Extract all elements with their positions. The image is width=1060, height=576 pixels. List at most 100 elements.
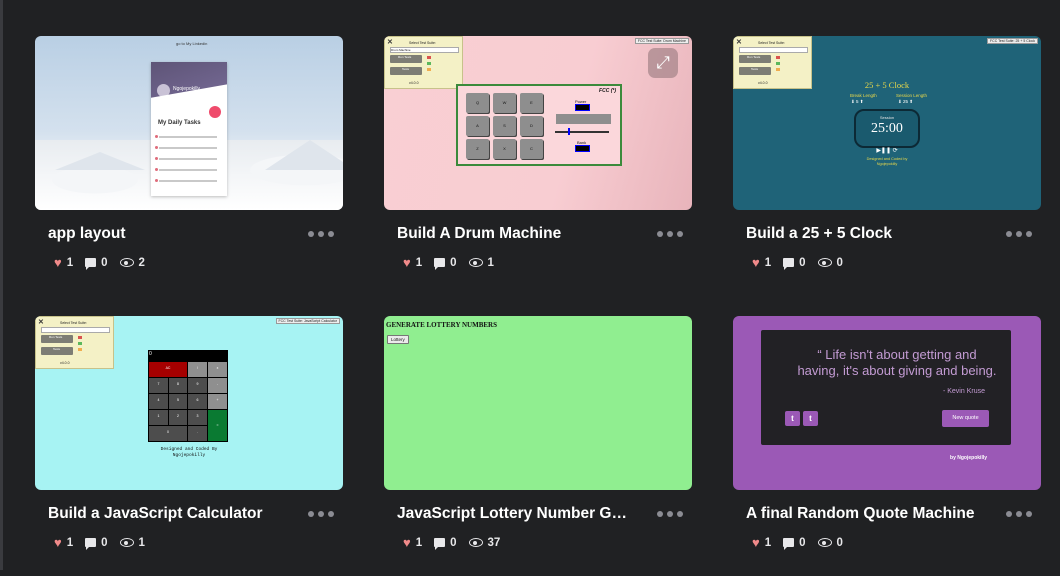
quote-byline: by Ngojepokilly xyxy=(950,455,987,461)
task-row xyxy=(155,179,217,182)
avatar xyxy=(157,84,170,97)
pen-preview[interactable]: ✕ Select Test Suite: Drum Machine Run Te… xyxy=(384,36,692,210)
twitter-icon: t xyxy=(785,411,800,426)
more-options-icon[interactable] xyxy=(1006,511,1032,517)
calc-key: / xyxy=(187,361,208,378)
pen-preview[interactable]: go to My Linkedin Ngojepokilly My Daily … xyxy=(35,36,343,210)
view-count: 0 xyxy=(836,256,843,269)
comment-button[interactable]: 0 xyxy=(434,536,457,550)
pen-card: go to My Linkedin Ngojepokilly My Daily … xyxy=(35,36,344,316)
like-count: 1 xyxy=(415,256,423,269)
expand-icon[interactable]: ⤢ xyxy=(648,48,678,78)
pen-preview[interactable]: GENERATE LOTTERY NUMBERS Lottery xyxy=(384,316,692,490)
new-quote-button: New quote xyxy=(942,410,989,427)
like-count: 1 xyxy=(764,536,772,549)
pen-title[interactable]: Build A Drum Machine xyxy=(397,225,561,243)
comment-count: 0 xyxy=(450,256,457,269)
more-options-icon[interactable] xyxy=(657,511,683,517)
clock-heading: 25 + 5 Clock xyxy=(864,80,910,90)
calc-key: x xyxy=(207,361,228,378)
close-icon: ✕ xyxy=(38,319,44,326)
calc-key: 5 xyxy=(168,393,188,410)
like-button[interactable]: ♥ 1 xyxy=(54,256,73,269)
views-stat[interactable]: 1 xyxy=(468,257,494,269)
pen-stats: ♥ 1 0 1 xyxy=(35,536,344,550)
quote-author: - Kevin Kruse xyxy=(942,388,985,395)
drum-machine: Q W E A S D Z X C FCC (*) Power Bank xyxy=(456,84,622,166)
more-options-icon[interactable] xyxy=(1006,231,1032,237)
lottery-button: Lottery xyxy=(387,335,409,344)
window-left-edge xyxy=(0,0,3,570)
pen-title[interactable]: app layout xyxy=(48,225,126,243)
more-options-icon[interactable] xyxy=(308,231,334,237)
timer-display: Session 25:00 xyxy=(854,109,920,148)
heart-icon: ♥ xyxy=(403,535,411,550)
legend-executing xyxy=(78,348,82,351)
calc-key: - xyxy=(207,377,228,394)
calc-key: . xyxy=(187,425,208,442)
task-row xyxy=(155,157,217,160)
legend-failed xyxy=(776,56,780,59)
drum-pad: A xyxy=(466,116,489,136)
view-count: 37 xyxy=(487,536,501,549)
views-stat[interactable]: 0 xyxy=(817,256,843,269)
calc-key: = xyxy=(207,409,228,442)
calc-key: 9 xyxy=(187,377,208,394)
like-count: 1 xyxy=(66,256,74,269)
views-stat[interactable]: 0 xyxy=(817,536,843,549)
comment-button[interactable]: 0 xyxy=(85,257,108,270)
test-suite-version: v4.0.0 xyxy=(409,81,419,85)
view-count: 0 xyxy=(836,536,843,549)
comment-icon xyxy=(434,538,446,550)
drum-brand: FCC (*) xyxy=(599,88,616,94)
pen-title[interactable]: Build a 25 + 5 Clock xyxy=(746,225,892,243)
more-options-icon[interactable] xyxy=(308,511,334,517)
comment-count: 0 xyxy=(450,536,457,549)
legend-executing xyxy=(776,68,780,71)
views-stat[interactable]: 2 xyxy=(119,257,145,269)
pen-title[interactable]: A final Random Quote Machine xyxy=(746,505,975,523)
comment-button[interactable]: 0 xyxy=(434,256,457,270)
eye-icon xyxy=(817,258,832,267)
pen-preview[interactable]: ✕ Select Test Suite: Run Tests Tests v4.… xyxy=(733,36,1041,210)
session-controls: ⬇ 25 ⬆ xyxy=(898,99,914,104)
close-icon: ✕ xyxy=(387,39,393,46)
legend-passed xyxy=(776,62,780,65)
views-stat[interactable]: 1 xyxy=(119,537,145,549)
phone-user-name: Ngojepokilly xyxy=(173,86,200,92)
views-stat[interactable]: 37 xyxy=(468,536,501,549)
timer-value: 25:00 xyxy=(871,121,903,136)
pen-card: GENERATE LOTTERY NUMBERS Lottery JavaScr… xyxy=(384,316,693,576)
quote-text: “ Life isn't about getting and having, i… xyxy=(797,347,997,378)
comment-button[interactable]: 0 xyxy=(85,537,108,550)
eye-icon xyxy=(468,538,483,547)
pen-preview[interactable]: ✕ Select Test Suite: Run Tests Tests v4.… xyxy=(35,316,343,490)
pen-title[interactable]: JavaScript Lottery Number Ge... xyxy=(397,505,632,523)
pen-grid: go to My Linkedin Ngojepokilly My Daily … xyxy=(35,36,1042,576)
play-pause-reset-icons: ▶❚❚ ⟳ xyxy=(876,148,898,154)
more-options-icon[interactable] xyxy=(657,231,683,237)
calc-key: + xyxy=(207,393,228,410)
comment-button[interactable]: 0 xyxy=(783,537,806,550)
power-toggle xyxy=(575,104,590,111)
comment-button[interactable]: 0 xyxy=(783,257,806,270)
calculator-display: 0 xyxy=(149,351,227,360)
tumblr-icon: t xyxy=(803,411,818,426)
pen-preview[interactable]: “ Life isn't about getting and having, i… xyxy=(733,316,1041,490)
comment-icon xyxy=(783,258,795,270)
like-button[interactable]: ♥ 1 xyxy=(403,256,422,269)
test-suite-version: v4.0.0 xyxy=(60,361,70,365)
like-button[interactable]: ♥ 1 xyxy=(403,536,422,549)
mountain xyxy=(265,140,343,170)
like-button[interactable]: ♥ 1 xyxy=(54,536,73,549)
pen-title[interactable]: Build a JavaScript Calculator xyxy=(48,505,263,523)
like-button[interactable]: ♥ 1 xyxy=(752,536,771,549)
drum-pad: C xyxy=(520,139,543,159)
eye-icon xyxy=(817,538,832,547)
legend-failed xyxy=(78,336,82,339)
tests-button: Tests xyxy=(390,67,422,75)
run-tests-button: Run Tests xyxy=(41,335,73,343)
like-button[interactable]: ♥ 1 xyxy=(752,256,771,269)
pen-stats: ♥ 1 0 37 xyxy=(384,536,693,550)
drum-pad: Z xyxy=(466,139,489,159)
